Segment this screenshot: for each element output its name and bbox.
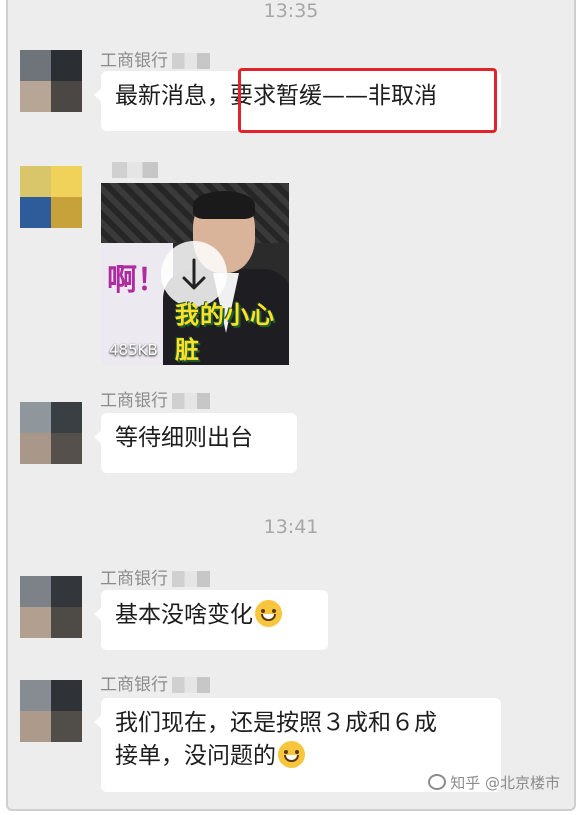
- sender-name: 工商银行: [100, 386, 210, 411]
- sender-label: 工商银行: [100, 391, 168, 411]
- sticker-caption: 我的小心脏: [175, 301, 275, 364]
- message-text-line: 接单，没问题的: [115, 740, 487, 773]
- message-text: 接单，没问题的: [115, 743, 276, 769]
- avatar[interactable]: [20, 680, 82, 742]
- highlight-box: [238, 68, 497, 133]
- grinning-face-icon: [255, 600, 282, 627]
- watermark-text: 知乎 @北京楼市: [450, 774, 560, 792]
- sticker-person-hair: [193, 191, 255, 219]
- mosaic-redaction: [112, 162, 158, 178]
- mosaic-redaction: [172, 677, 210, 693]
- avatar[interactable]: [20, 402, 82, 464]
- mosaic-redaction: [172, 571, 210, 587]
- zhihu-logo-icon: [428, 774, 447, 790]
- message-bubble[interactable]: 等待细则出台: [94, 413, 297, 473]
- mosaic-redaction: [172, 53, 210, 69]
- sender-name: 工商银行: [100, 46, 210, 71]
- avatar[interactable]: [20, 576, 82, 638]
- sender-name: 工商银行: [100, 670, 210, 695]
- watermark: 知乎 @北京楼市: [428, 772, 560, 793]
- message-bubble[interactable]: 基本没啥变化: [94, 590, 328, 650]
- sender-label: 工商银行: [100, 569, 168, 589]
- message-text: 基本没啥变化: [115, 602, 253, 628]
- timestamp: 13:35: [263, 0, 319, 22]
- sender-name: 工商银行: [100, 564, 210, 589]
- sticker-image[interactable]: 啊！ 485KB 我的小心脏: [101, 183, 289, 365]
- sender-label: 工商银行: [100, 675, 168, 695]
- message-text: 等待细则出台: [115, 425, 253, 451]
- mosaic-redaction: [172, 393, 210, 409]
- avatar[interactable]: [20, 50, 82, 112]
- sticker-banner-text: 啊！: [107, 263, 167, 298]
- sender-name: [108, 160, 158, 180]
- timestamp: 13:41: [263, 516, 319, 538]
- file-size-label: 485KB: [109, 341, 158, 359]
- chat-window: 13:35 工商银行 最新消息，要求暂缓——非取消 啊！ 485KB 我的小心脏…: [6, 0, 576, 811]
- avatar[interactable]: [20, 166, 82, 228]
- grinning-face-icon: [278, 741, 305, 768]
- message-text-line: 我们现在，还是按照３成和６成: [115, 710, 437, 736]
- sender-label: 工商银行: [100, 51, 168, 71]
